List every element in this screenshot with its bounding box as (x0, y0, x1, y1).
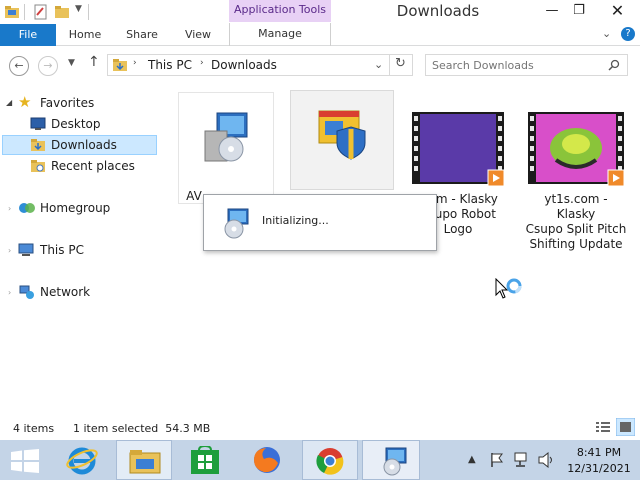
expand-arrow-icon[interactable]: › (8, 288, 11, 297)
expand-ribbon-icon[interactable]: ⌄ (602, 27, 611, 40)
taskbar-internet-explorer[interactable] (54, 440, 108, 480)
tab-manage[interactable]: Manage (230, 23, 330, 45)
nav-item-label: Downloads (51, 138, 117, 152)
address-bar[interactable]: › This PC › Downloads ⌄ ↻ (107, 54, 413, 76)
show-hidden-icons-icon[interactable]: ▲ (468, 454, 476, 465)
tab-home[interactable]: Home (62, 24, 108, 46)
chevron-right-icon[interactable]: › (200, 58, 204, 68)
selection-info: 1 item selected 54.3 MB (73, 422, 211, 435)
video-thumbnail (412, 112, 504, 187)
search-input[interactable] (430, 57, 600, 73)
tab-share[interactable]: Share (120, 24, 164, 46)
installer-icon (224, 208, 249, 239)
nav-item-label: Desktop (51, 117, 101, 131)
tab-file[interactable]: File (0, 24, 56, 46)
maximize-button[interactable]: ❐ (564, 0, 594, 22)
file-item[interactable]: yt1s.com - Klasky Csupo Split Pitch Shif… (524, 108, 628, 251)
new-folder-icon[interactable] (54, 4, 70, 20)
dialog-message: Initializing... (262, 214, 329, 227)
status-bar: 4 items 1 item selected 54.3 MB (0, 414, 640, 440)
file-item[interactable]: AV (178, 92, 274, 204)
busy-cursor-icon (495, 278, 522, 299)
title-bar: ▼ Application Tools Downloads — ❐ ✕ (0, 0, 640, 24)
collapse-arrow-icon[interactable]: ◢ (6, 98, 12, 107)
file-item-selected[interactable] (290, 90, 394, 190)
separator (24, 4, 25, 20)
initializing-dialog: Initializing... (203, 194, 437, 251)
details-view-icon[interactable] (595, 420, 611, 434)
address-dropdown-icon[interactable]: ⌄ (374, 58, 383, 71)
help-icon[interactable]: ? (621, 27, 635, 41)
minimize-button[interactable]: — (537, 0, 567, 22)
firefox-icon (254, 447, 280, 473)
network-tray-icon[interactable] (513, 452, 531, 468)
volume-icon[interactable] (538, 452, 556, 468)
taskbar-store[interactable] (178, 440, 232, 480)
video-thumbnail (528, 112, 624, 187)
breadcrumb-this-pc[interactable]: This PC (148, 58, 192, 72)
separator (88, 4, 89, 20)
navigation-pane: ◢ ★ Favorites Desktop Downloads Recent p… (0, 84, 160, 414)
shield-window-icon (318, 110, 366, 160)
expand-arrow-icon[interactable]: › (8, 204, 11, 213)
refresh-icon[interactable]: ↻ (395, 56, 406, 71)
tab-view[interactable]: View (176, 24, 220, 46)
taskbar-installer[interactable] (362, 440, 420, 480)
taskbar: ▲ 8:41 PM 12/31/2021 (0, 440, 640, 480)
nav-item-label: Homegroup (40, 201, 111, 215)
downloads-folder-icon (31, 139, 45, 151)
search-box[interactable] (425, 54, 628, 76)
computer-icon (18, 243, 34, 256)
separator (389, 55, 390, 75)
installer-icon (204, 112, 248, 162)
taskbar-file-explorer[interactable] (116, 440, 172, 480)
nav-item-label: This PC (40, 243, 84, 257)
network-icon (19, 285, 34, 299)
homegroup-icon (19, 203, 35, 213)
file-explorer-icon (129, 450, 161, 474)
quick-access-dropdown-icon[interactable]: ▼ (75, 4, 82, 14)
large-icons-view-icon[interactable] (616, 418, 635, 436)
ribbon-tabs: File Home Share View Manage ⌄ ? (0, 23, 640, 46)
search-icon[interactable] (608, 59, 620, 71)
up-arrow-icon[interactable]: ↑ (88, 54, 100, 70)
star-icon: ★ (18, 93, 32, 111)
nav-item-downloads[interactable]: Downloads (2, 135, 157, 155)
tab-manage-frame: Manage (229, 23, 331, 46)
recent-locations-icon[interactable]: ▼ (68, 58, 75, 68)
nav-item-label: Recent places (51, 159, 135, 173)
windows-start-icon[interactable] (11, 449, 39, 473)
chevron-right-icon[interactable]: › (133, 58, 137, 68)
forward-button[interactable]: → (38, 56, 58, 76)
nav-item-label: Network (40, 285, 91, 299)
window-title: Downloads (396, 2, 480, 20)
recent-places-icon (31, 160, 45, 172)
close-button[interactable]: ✕ (595, 0, 640, 22)
context-tab-application-tools: Application Tools (229, 0, 331, 22)
item-count: 4 items (13, 422, 55, 435)
nav-item-label: Favorites (40, 96, 95, 110)
installer-icon (383, 447, 407, 476)
internet-explorer-icon (66, 447, 98, 475)
action-center-flag-icon[interactable] (489, 452, 505, 468)
taskbar-chrome[interactable] (302, 440, 358, 480)
desktop-icon (30, 117, 46, 130)
file-label: yt1s.com - Klasky Csupo Split Pitch Shif… (525, 192, 627, 251)
downloads-folder-icon (113, 59, 127, 71)
clock-date[interactable]: 12/31/2021 (562, 462, 636, 475)
store-icon (191, 446, 219, 474)
clock-time[interactable]: 8:41 PM (562, 446, 636, 459)
expand-arrow-icon[interactable]: › (8, 246, 11, 255)
back-button[interactable]: ← (9, 56, 29, 76)
folder-icon[interactable] (4, 4, 20, 20)
properties-icon[interactable] (33, 4, 49, 20)
chrome-icon (316, 448, 344, 475)
address-row: ← → ▼ ↑ › This PC › Downloads ⌄ ↻ (0, 46, 640, 84)
taskbar-firefox[interactable] (240, 440, 294, 480)
breadcrumb-downloads[interactable]: Downloads (211, 58, 277, 72)
